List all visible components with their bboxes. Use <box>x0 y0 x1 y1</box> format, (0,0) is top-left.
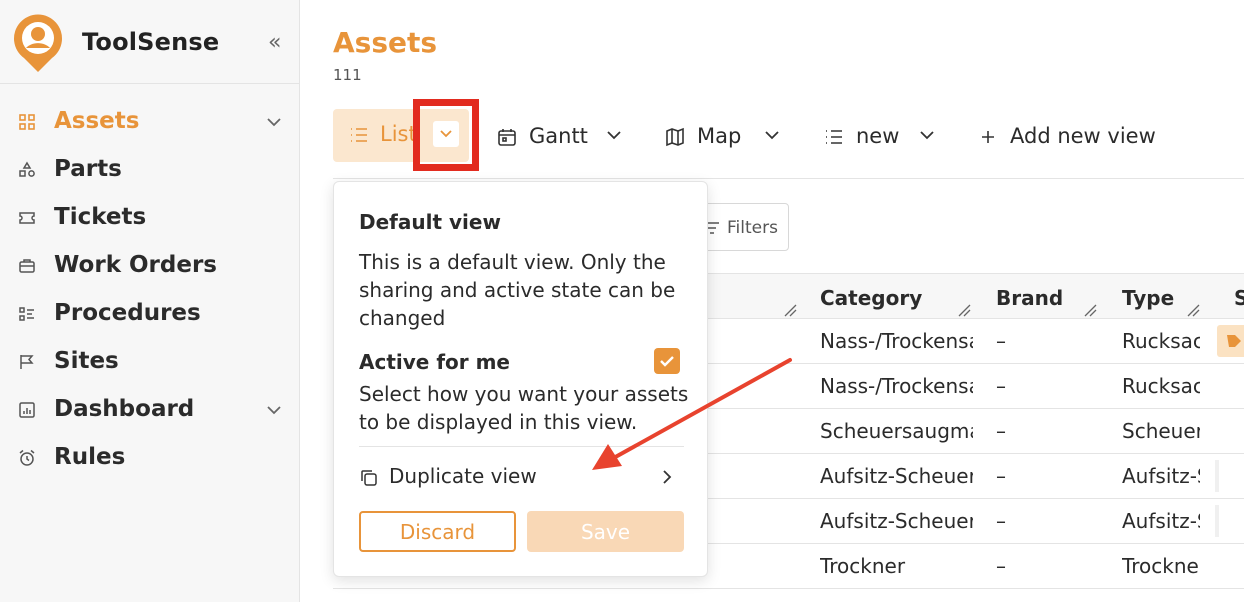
duplicate-view-label: Duplicate view <box>389 464 537 488</box>
copy-icon <box>361 470 377 486</box>
briefcase-icon <box>19 259 35 273</box>
save-button[interactable]: Save <box>527 511 684 552</box>
sidebar-item-label: Work Orders <box>54 252 217 278</box>
add-new-view-button[interactable]: Add new view <box>978 120 1168 154</box>
sidebar-item-label: Dashboard <box>54 396 195 422</box>
sidebar: ToolSense « Assets Parts Tickets Work Or… <box>0 0 300 602</box>
cell-type: Scheuersaugmaschine <box>1122 419 1200 443</box>
cell-category: Nass-/Trockensauger <box>820 374 973 398</box>
checkmark-icon <box>660 356 674 367</box>
sidebar-item-label: Assets <box>54 108 140 134</box>
sidebar-item-label: Rules <box>54 444 126 470</box>
sidebar-divider <box>0 83 299 84</box>
highlight-annotation <box>413 99 479 171</box>
cell-stub <box>1215 505 1219 537</box>
tabs-divider <box>333 178 1244 179</box>
add-view-label: Add new view <box>1010 124 1156 148</box>
tab-new-view[interactable]: new <box>824 120 940 154</box>
sidebar-item-label: Sites <box>54 348 119 374</box>
cell-category: Scheuersaugmaschine <box>820 419 973 443</box>
cell-stub <box>1215 460 1219 492</box>
ticket-icon <box>19 212 35 224</box>
collapse-sidebar-button[interactable]: « <box>268 30 281 55</box>
tab-label: Gantt <box>529 124 588 148</box>
map-icon <box>666 127 684 147</box>
flag-icon <box>20 355 34 369</box>
cell-brand: – <box>996 374 1006 398</box>
tab-label: Map <box>697 124 742 148</box>
sidebar-nav: Assets Parts Tickets Work Orders Procedu… <box>0 98 299 482</box>
tab-label: List <box>380 122 417 146</box>
cell-category: Aufsitz-Scheuersaugmaschine <box>820 509 973 533</box>
sidebar-item-label: Parts <box>54 156 122 182</box>
tab-label: new <box>856 124 900 148</box>
toolsense-logo-icon <box>14 14 62 72</box>
tab-gantt-view[interactable]: Gantt <box>497 120 627 154</box>
sidebar-item-tickets[interactable]: Tickets <box>0 194 299 242</box>
cell-type: Aufsitz-Scheuersaugmaschine <box>1122 509 1200 533</box>
popover-title: Default view <box>359 210 501 234</box>
tab-map-view[interactable]: Map <box>665 120 785 154</box>
chart-icon <box>19 402 35 418</box>
cell-category: Trockner <box>820 554 906 578</box>
sidebar-item-rules[interactable]: Rules <box>0 434 299 482</box>
shapes-icon <box>19 161 35 177</box>
grid-icon <box>19 114 35 130</box>
active-for-me-checkbox[interactable] <box>654 348 680 374</box>
brand: ToolSense « <box>12 10 298 74</box>
chevron-right-icon <box>663 470 672 484</box>
popover-select-text: Select how you want your assets to be di… <box>359 382 689 434</box>
calendar-icon <box>498 129 516 146</box>
popover-divider <box>359 446 684 447</box>
alarm-icon <box>19 449 35 466</box>
chevron-down-icon[interactable] <box>264 112 284 132</box>
column-header-brand[interactable]: Brand <box>996 286 1063 310</box>
sidebar-item-work-orders[interactable]: Work Orders <box>0 242 299 290</box>
filters-label: Filters <box>727 218 778 238</box>
column-resize-icon[interactable] <box>1186 303 1200 317</box>
cell-type: Trockner <box>1122 554 1200 578</box>
duplicate-view-item[interactable]: Duplicate view <box>359 460 684 494</box>
page-title: Assets <box>333 26 438 59</box>
sidebar-item-label: Tickets <box>54 204 147 230</box>
chevron-down-icon[interactable] <box>918 126 936 144</box>
column-header-type[interactable]: Type <box>1122 286 1174 310</box>
sidebar-item-label: Procedures <box>54 300 201 326</box>
cell-brand: – <box>996 464 1006 488</box>
checklist-icon <box>19 307 34 321</box>
discard-button[interactable]: Discard <box>359 511 516 552</box>
cell-brand: – <box>996 509 1006 533</box>
chevron-down-icon[interactable] <box>763 126 781 144</box>
brand-name: ToolSense <box>82 28 220 56</box>
plus-icon <box>982 131 994 143</box>
cell-type: Rucksacksauger <box>1122 329 1200 353</box>
cell-type: Rucksacksauger <box>1122 374 1200 398</box>
popover-description: This is a default view. Only the sharing… <box>359 250 676 330</box>
chevron-down-icon[interactable] <box>605 126 623 144</box>
cell-type: Aufsitz-Scheuersaugmaschine <box>1122 464 1200 488</box>
cell-brand: – <box>996 419 1006 443</box>
sidebar-item-dashboard[interactable]: Dashboard <box>0 386 299 434</box>
column-resize-icon[interactable] <box>957 303 971 317</box>
asset-count: 111 <box>333 66 362 84</box>
sidebar-item-sites[interactable]: Sites <box>0 338 299 386</box>
cell-category: Aufsitz-Scheuersaugmaschine <box>820 464 973 488</box>
list-icon <box>826 130 842 144</box>
sidebar-item-parts[interactable]: Parts <box>0 146 299 194</box>
cell-brand: – <box>996 554 1006 578</box>
column-resize-icon[interactable] <box>783 303 797 317</box>
column-resize-icon[interactable] <box>1083 303 1097 317</box>
chevron-down-icon[interactable] <box>264 400 284 420</box>
column-header-category[interactable]: Category <box>820 286 922 310</box>
sidebar-item-procedures[interactable]: Procedures <box>0 290 299 338</box>
view-options-popover: Default view This is a default view. Onl… <box>333 181 708 577</box>
list-icon <box>351 128 367 142</box>
cell-category: Nass-/Trockensauger <box>820 329 973 353</box>
column-header-partial[interactable]: S <box>1234 286 1244 310</box>
active-for-me-label: Active for me <box>359 350 510 374</box>
tag-icon <box>1217 325 1244 357</box>
sidebar-item-assets[interactable]: Assets <box>0 98 299 146</box>
cell-brand: – <box>996 329 1006 353</box>
